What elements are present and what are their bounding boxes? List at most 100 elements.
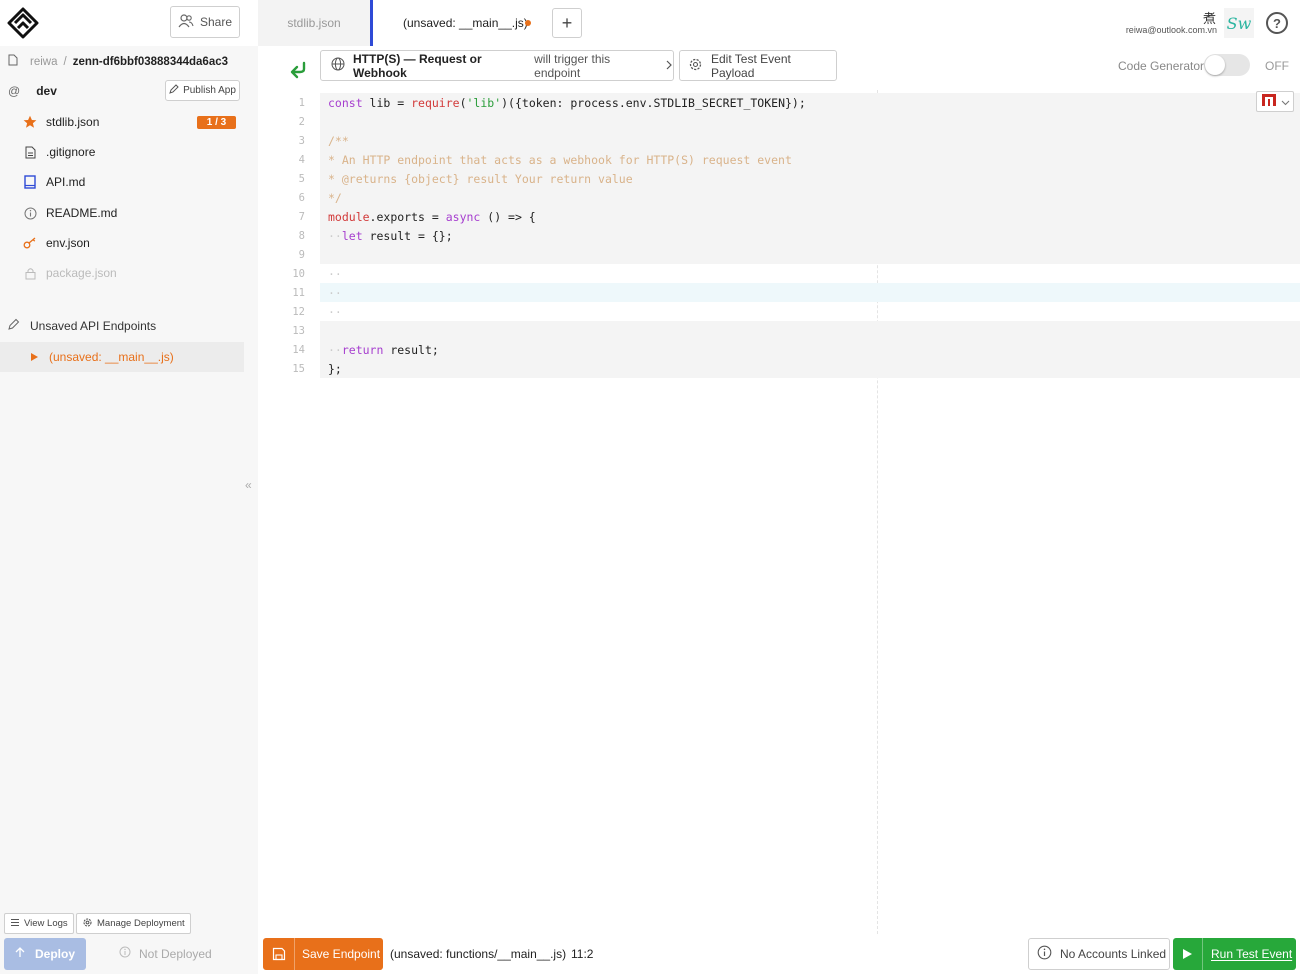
code-generator-toggle[interactable] (1204, 54, 1250, 76)
top-bar: Share stdlib.json (unsaved: __main__.js)… (0, 0, 1300, 46)
list-icon (10, 918, 20, 930)
code-text: ·· return result; (320, 340, 1300, 359)
code-line: 6 */ (258, 188, 1300, 207)
code-line: 5 * @returns {object} result Your return … (258, 169, 1300, 188)
file-item-gitignore[interactable]: .gitignore (0, 138, 244, 166)
view-logs-button[interactable]: View Logs (4, 913, 74, 934)
key-icon (22, 235, 38, 251)
user-email[interactable]: reiwa@outlook.com.vn (1126, 25, 1217, 35)
back-arrow-icon[interactable] (288, 60, 308, 86)
current-file-path: (unsaved: functions/__main__.js) (390, 947, 567, 961)
chevron-down-icon (1281, 95, 1290, 109)
share-people-icon (178, 13, 194, 31)
breadcrumb-project[interactable]: zenn-df6bbf03888344da6ac3 (73, 56, 228, 68)
avatar[interactable]: Sw (1224, 8, 1254, 38)
unsaved-section-label: Unsaved API Endpoints (30, 318, 157, 333)
code-line: 15}; (258, 359, 1300, 378)
pencil-icon (8, 318, 20, 333)
code-line-active: 11 ·· (258, 283, 1300, 302)
linked-accounts-button[interactable]: No Accounts Linked (1028, 938, 1170, 970)
cursor-position: 11:2 (571, 947, 594, 961)
file-item-package-json[interactable]: package.json (0, 259, 244, 287)
tab-label: (unsaved: __main__.js) (403, 16, 528, 30)
language-flag-dropdown[interactable] (1256, 91, 1294, 112)
unsaved-endpoint-item[interactable]: (unsaved: __main__.js) (0, 342, 244, 372)
at-icon: @ (8, 84, 21, 98)
file-item-readme-md[interactable]: README.md (0, 199, 244, 227)
line-number: 6 (298, 191, 305, 204)
line-number: 12 (292, 305, 305, 318)
lock-icon (22, 265, 38, 281)
pencil-icon (169, 84, 179, 97)
help-icon[interactable]: ? (1266, 12, 1288, 34)
breadcrumb-separator: / (63, 55, 67, 68)
code-line: 10 ·· (258, 264, 1300, 283)
share-button[interactable]: Share (170, 6, 240, 38)
info-icon (1037, 945, 1052, 963)
sidebar: reiwa / zenn-df6bbf03888344da6ac3 @ dev … (0, 46, 258, 974)
line-number: 13 (292, 324, 305, 337)
run-test-event-button[interactable]: Run Test Event (1173, 938, 1296, 970)
code-text: ·· (328, 266, 342, 281)
environment-name[interactable]: dev (36, 84, 57, 98)
edit-test-event-payload-button[interactable]: Edit Test Event Payload (679, 50, 837, 81)
code-text (320, 112, 1300, 131)
toggle-knob (1205, 55, 1225, 75)
code-text: */ (320, 188, 1300, 207)
code-line: 2 (258, 112, 1300, 131)
line-number: 8 (298, 229, 305, 242)
info-icon (119, 946, 131, 961)
save-icon (263, 938, 295, 970)
file-icon (8, 54, 18, 69)
line-number: 1 (298, 96, 305, 109)
arrow-up-icon (15, 947, 25, 961)
trigger-selector-button[interactable]: HTTP(S) — Request or Webhook will trigge… (320, 50, 674, 81)
manage-deployment-button[interactable]: Manage Deployment (76, 913, 191, 934)
collapse-sidebar-icon[interactable]: « (245, 478, 252, 492)
add-tab-button[interactable]: + (552, 8, 582, 38)
logo-icon[interactable] (6, 7, 40, 39)
info-icon (22, 205, 38, 221)
code-line: 12 ·· (258, 302, 1300, 321)
file-label: API.md (46, 175, 86, 189)
publish-label: Publish App (183, 85, 236, 96)
book-icon (22, 174, 38, 190)
code-text: ·· (320, 283, 1300, 302)
file-label: .gitignore (46, 145, 96, 159)
manage-deployment-label: Manage Deployment (97, 918, 185, 929)
save-endpoint-button[interactable]: Save Endpoint (263, 938, 383, 970)
tab-unsaved-main[interactable]: (unsaved: __main__.js) (370, 0, 543, 46)
unsaved-dot-icon (525, 20, 531, 26)
chevron-right-icon (665, 59, 673, 73)
view-logs-label: View Logs (24, 918, 68, 929)
code-line: 8 ·· let result = {}; (258, 226, 1300, 245)
unsaved-item-label: (unsaved: __main__.js) (49, 350, 174, 364)
line-number: 3 (298, 134, 305, 147)
code-text: ·· let result = {}; (320, 226, 1300, 245)
line-number: 4 (298, 153, 305, 166)
trigger-title: HTTP(S) — Request or Webhook (353, 51, 482, 80)
trigger-suffix: will trigger this endpoint (534, 51, 611, 80)
deploy-button[interactable]: Deploy (4, 938, 86, 970)
file-label: stdlib.json (46, 115, 100, 129)
file-label: env.json (46, 236, 90, 250)
code-text (320, 245, 1300, 264)
file-label: README.md (46, 206, 118, 220)
publish-app-button[interactable]: Publish App (165, 80, 240, 101)
file-item-api-md[interactable]: API.md (0, 168, 244, 196)
code-line: 14 ·· return result; (258, 340, 1300, 359)
code-editor[interactable]: 1 const lib = require('lib')({token: proc… (258, 93, 1300, 378)
file-item-stdlib-json[interactable]: stdlib.json 1 / 3 (0, 108, 244, 136)
file-icon (22, 144, 38, 160)
code-text (320, 321, 1300, 340)
breadcrumb-user[interactable]: reiwa (30, 56, 57, 68)
file-item-env-json[interactable]: env.json (0, 229, 244, 257)
deploy-label: Deploy (34, 947, 75, 961)
line-number: 11 (292, 286, 305, 299)
flag-icon (1261, 93, 1277, 110)
code-text: ·· (328, 304, 342, 319)
tab-stdlib-json[interactable]: stdlib.json (258, 0, 370, 46)
gear-icon (688, 57, 703, 75)
globe-icon (331, 57, 345, 74)
star-icon (22, 114, 38, 130)
